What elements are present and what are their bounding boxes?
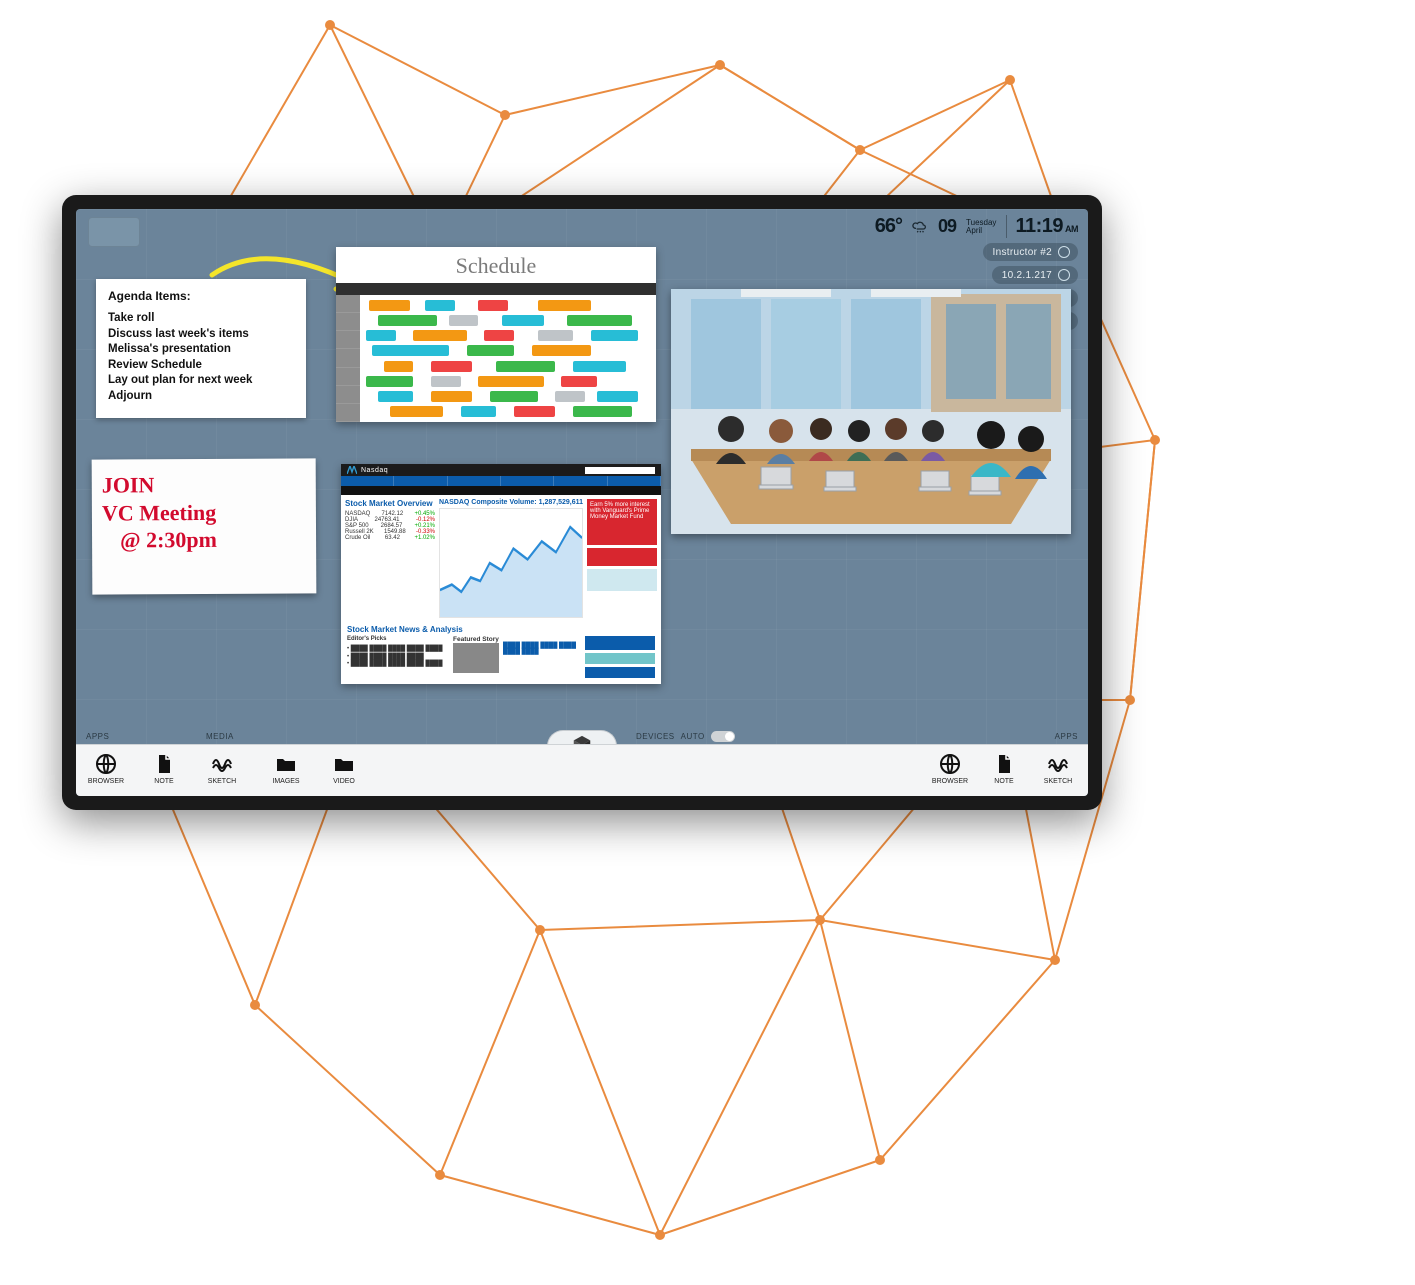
doc-icon — [152, 752, 176, 776]
ad-banner[interactable]: Earn 5% more interest with Vanguard's Pr… — [587, 499, 657, 545]
doc-icon — [992, 752, 1016, 776]
folder-icon — [274, 752, 298, 776]
dock-browser[interactable]: BROWSER — [930, 752, 970, 785]
browser-header: Nasdaq — [341, 464, 661, 476]
nasdaq-logo-icon — [347, 466, 357, 474]
dock-item-label: IMAGES — [272, 778, 299, 785]
dock-images[interactable]: IMAGES — [266, 752, 306, 785]
composite-heading: NASDAQ Composite Volume: 1,287,529,611 — [439, 499, 583, 506]
browser-nav[interactable] — [341, 476, 661, 486]
featured-thumb[interactable] — [453, 643, 499, 673]
weather-icon — [912, 219, 928, 235]
dock-note[interactable]: NOTE — [144, 752, 184, 785]
news-heading: Stock Market News & Analysis — [347, 625, 655, 634]
globe-icon — [94, 752, 118, 776]
sync-icon — [1058, 246, 1070, 258]
handnote-line: VC Meeting — [102, 498, 306, 527]
day-label: TuesdayApril — [966, 219, 996, 235]
handnote-line: JOIN — [102, 470, 306, 499]
display-monitor: 66° 09 TuesdayApril 11:19AM Instructor #… — [62, 195, 1102, 810]
dock-note[interactable]: NOTE — [984, 752, 1024, 785]
news-blurb[interactable]: • ████ ████ ████ ████ ████ — [347, 646, 447, 654]
dock-item-label: SKETCH — [208, 778, 236, 785]
dock-item-label: NOTE — [154, 778, 173, 785]
handnote-line: @ 2:30pm — [102, 525, 306, 554]
agenda-note[interactable]: Agenda Items: Take rollDiscuss last week… — [96, 279, 306, 418]
status-pill[interactable]: Instructor #2 — [983, 243, 1078, 261]
browser-news-section: Stock Market News & Analysis Editor's Pi… — [341, 622, 661, 684]
sync-icon — [1058, 269, 1070, 281]
news-side-buttons[interactable] — [585, 636, 655, 678]
agenda-heading: Agenda Items: — [108, 289, 294, 303]
clock: 11:19AM — [1006, 215, 1078, 238]
ad-banner[interactable] — [587, 569, 657, 591]
browser-brand: Nasdaq — [361, 467, 388, 474]
index-row[interactable]: Crude Oil63.42+1.02% — [345, 535, 435, 541]
dock-item-label: BROWSER — [88, 778, 124, 785]
agenda-item: Lay out plan for next week — [108, 373, 294, 389]
temperature: 66° — [875, 215, 902, 238]
market-indices-panel: Stock Market Overview NASDAQ7142.12+0.45… — [345, 499, 435, 618]
dock-sketch[interactable]: SKETCH — [1038, 752, 1078, 785]
dock: APPS MEDIA APPS BROWSERNOTESKETCH IMAGES… — [76, 744, 1088, 796]
schedule-window[interactable]: Schedule — [336, 247, 656, 422]
dock-label-apps-left: APPS — [86, 732, 109, 741]
dock-sketch[interactable]: SKETCH — [202, 752, 242, 785]
schedule-toolbar[interactable] — [336, 283, 656, 295]
composite-chart[interactable] — [439, 508, 583, 618]
day-number: 09 — [938, 216, 956, 237]
status-pill[interactable]: 10.2.1.217 — [992, 266, 1078, 284]
dock-browser[interactable]: BROWSER — [86, 752, 126, 785]
folder-icon — [332, 752, 356, 776]
schedule-sidebar — [336, 295, 360, 422]
editors-picks-heading: Editor's Picks — [347, 636, 447, 644]
featured-story-heading: Featured Story — [453, 636, 579, 643]
agenda-item: Take roll — [108, 311, 294, 327]
browser-window-nasdaq[interactable]: Nasdaq Stock Market Overview NASDAQ7142.… — [341, 464, 661, 684]
dock-item-label: SKETCH — [1044, 778, 1072, 785]
agenda-item: Review Schedule — [108, 358, 294, 374]
handwritten-note[interactable]: JOIN VC Meeting @ 2:30pm — [92, 458, 317, 594]
dock-video[interactable]: VIDEO — [324, 752, 364, 785]
browser-ticker — [341, 486, 661, 495]
conference-room-illustration — [671, 289, 1071, 534]
agenda-item: Discuss last week's items — [108, 327, 294, 343]
ad-banner[interactable] — [587, 548, 657, 566]
agenda-item: Melissa's presentation — [108, 342, 294, 358]
dock-item-label: BROWSER — [932, 778, 968, 785]
browser-search-input[interactable] — [585, 467, 655, 474]
dock-label-media: MEDIA — [206, 732, 234, 741]
top-left-chip[interactable] — [88, 217, 140, 247]
wave-icon — [1046, 752, 1070, 776]
schedule-title: Schedule — [336, 247, 656, 283]
browser-ads[interactable]: Earn 5% more interest with Vanguard's Pr… — [587, 499, 657, 618]
dock-item-label: NOTE — [994, 778, 1013, 785]
dock-label-apps-right: APPS — [1055, 732, 1078, 741]
schedule-grid[interactable] — [360, 295, 656, 422]
desktop-canvas[interactable]: 66° 09 TuesdayApril 11:19AM Instructor #… — [76, 209, 1088, 796]
video-conference-window[interactable] — [671, 289, 1071, 534]
news-blurb[interactable]: • ████ ████ ████ ████ ████ — [347, 661, 447, 669]
overview-heading: Stock Market Overview — [345, 499, 435, 508]
globe-icon — [938, 752, 962, 776]
wave-icon — [210, 752, 234, 776]
agenda-list: Take rollDiscuss last week's itemsMeliss… — [108, 311, 294, 404]
agenda-item: Adjourn — [108, 389, 294, 405]
dock-item-label: VIDEO — [333, 778, 355, 785]
